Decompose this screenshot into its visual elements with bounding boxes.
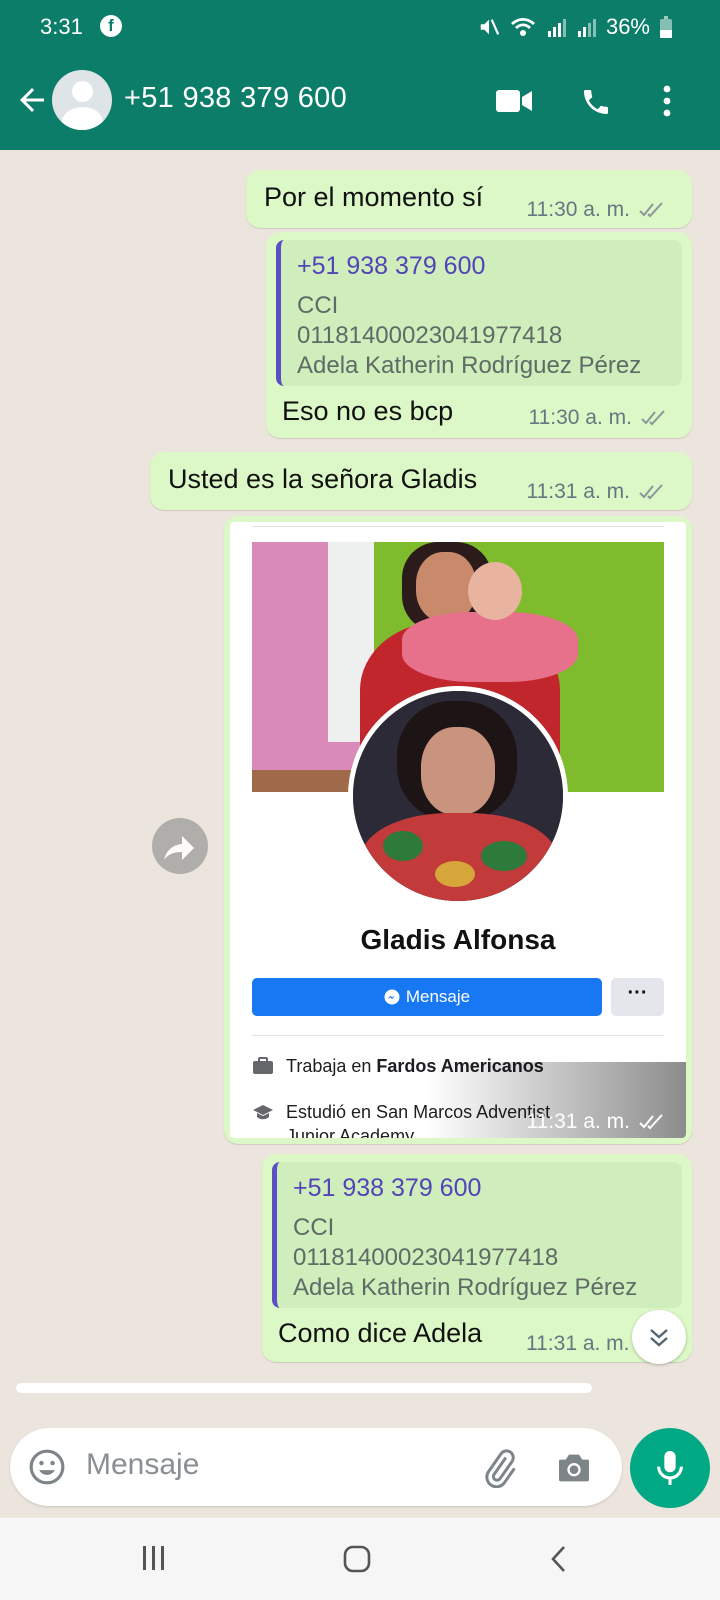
phone-icon[interactable]	[580, 86, 612, 118]
quoted-line: CCI	[297, 292, 339, 319]
briefcase-icon	[253, 1057, 273, 1074]
quoted-line: Adela Katherin Rodríguez Pérez	[293, 1274, 638, 1301]
home-icon[interactable]	[342, 1544, 372, 1574]
chat-area[interactable]: Por el momento sí 11:30 a. m. +51 938 37…	[0, 150, 720, 1400]
message-time: 11:31 a. m.	[526, 1332, 630, 1355]
wifi-icon	[510, 18, 535, 36]
quoted-line: Adela Katherin Rodríguez Pérez	[297, 352, 642, 379]
facebook-profile-screenshot[interactable]: Gladis Alfonsa Mensaje ··· Trabaja en Fa…	[230, 522, 686, 1138]
read-ticks-icon	[639, 1114, 663, 1130]
fb-message-button: Mensaje	[252, 978, 602, 1016]
messenger-icon	[384, 989, 400, 1005]
recent-apps-icon[interactable]	[140, 1544, 168, 1572]
message-composer[interactable]: Mensaje	[10, 1428, 622, 1506]
fb-message-label: Mensaje	[405, 987, 471, 1006]
system-nav-bar	[0, 1518, 720, 1600]
message-bubble[interactable]: +51 938 379 600 CCI 01181400023041977418…	[266, 232, 692, 438]
forward-icon	[164, 836, 194, 860]
partial-message-bubble	[16, 1383, 592, 1393]
battery-icon	[660, 16, 672, 38]
quoted-sender: +51 938 379 600	[293, 1174, 482, 1202]
signal-icon	[577, 19, 596, 37]
fb-more-button: ···	[611, 978, 664, 1016]
profile-picture	[348, 686, 568, 906]
forward-button[interactable]	[152, 818, 208, 874]
quoted-message[interactable]: +51 938 379 600 CCI 01181400023041977418…	[276, 240, 682, 386]
more-vert-icon[interactable]	[660, 84, 674, 118]
message-time: 11:30 a. m.	[526, 198, 630, 221]
graduation-cap-icon	[253, 1105, 273, 1120]
microphone-icon	[657, 1451, 683, 1485]
status-time: 3:31	[40, 14, 83, 39]
message-text: Usted es la señora Gladis	[168, 464, 478, 494]
camera-icon[interactable]	[554, 1448, 594, 1488]
mute-icon	[480, 19, 500, 35]
voice-record-button[interactable]	[630, 1428, 710, 1508]
message-time: 11:31 a. m.	[526, 1110, 630, 1133]
attach-icon[interactable]	[480, 1448, 520, 1488]
read-ticks-icon	[641, 410, 665, 426]
message-text: Por el momento sí	[264, 182, 484, 212]
message-text: Como dice Adela	[278, 1318, 483, 1348]
image-message[interactable]: Gladis Alfonsa Mensaje ··· Trabaja en Fa…	[224, 516, 692, 1144]
double-chevron-down-icon	[650, 1329, 668, 1347]
chat-header: +51 938 379 600	[0, 52, 720, 150]
quoted-line: 01181400023041977418	[293, 1244, 559, 1271]
profile-name: Gladis Alfonsa	[360, 924, 556, 955]
emoji-icon[interactable]	[28, 1448, 66, 1486]
quoted-message[interactable]: +51 938 379 600 CCI 01181400023041977418…	[272, 1162, 682, 1308]
message-bubble[interactable]: +51 938 379 600 CCI 01181400023041977418…	[262, 1154, 692, 1362]
message-input[interactable]: Mensaje	[86, 1448, 199, 1482]
avatar[interactable]	[52, 70, 112, 130]
back-arrow-icon[interactable]	[14, 82, 50, 118]
battery-percent: 36%	[605, 14, 650, 39]
message-bubble[interactable]: Usted es la señora Gladis 11:31 a. m.	[150, 452, 692, 510]
back-nav-icon[interactable]	[548, 1544, 570, 1574]
read-ticks-icon	[639, 202, 663, 218]
quoted-line: CCI	[293, 1214, 335, 1241]
message-bubble[interactable]: Por el momento sí 11:30 a. m.	[246, 170, 692, 228]
status-bar: 3:31 f 36%	[0, 0, 720, 52]
quoted-sender: +51 938 379 600	[297, 252, 486, 280]
fb-study-row-cont: Junior Academy	[286, 1126, 415, 1138]
facebook-icon: f	[100, 15, 122, 37]
message-text: Eso no es bcp	[282, 396, 454, 426]
signal-icon	[547, 19, 566, 37]
scroll-down-button[interactable]	[632, 1310, 686, 1364]
message-time: 11:31 a. m.	[526, 480, 630, 503]
contact-title[interactable]: +51 938 379 600	[124, 82, 347, 115]
read-ticks-icon	[639, 484, 663, 500]
video-call-icon[interactable]	[496, 88, 532, 114]
quoted-line: 01181400023041977418	[297, 322, 563, 349]
message-time: 11:30 a. m.	[528, 406, 632, 429]
